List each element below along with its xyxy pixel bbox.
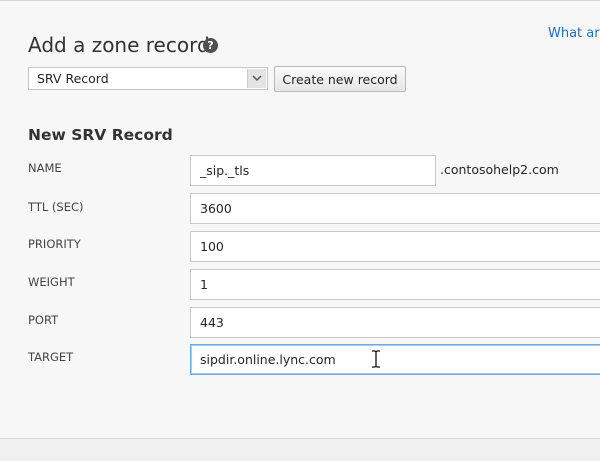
ttl-label: TTL (SEC) bbox=[28, 200, 84, 214]
question-circle-icon[interactable]: ? bbox=[203, 38, 218, 53]
name-label: NAME bbox=[28, 161, 62, 175]
name-field[interactable] bbox=[190, 155, 436, 186]
domain-suffix: .contosohelp2.com bbox=[440, 162, 559, 177]
weight-label: WEIGHT bbox=[28, 275, 75, 289]
port-label: PORT bbox=[28, 313, 59, 327]
create-new-record-button[interactable]: Create new record bbox=[274, 66, 406, 92]
top-border bbox=[0, 0, 600, 1]
page-title: Add a zone record bbox=[28, 33, 210, 57]
form-section-title: New SRV Record bbox=[28, 126, 173, 144]
priority-label: PRIORITY bbox=[28, 237, 81, 251]
record-type-selected-value: SRV Record bbox=[37, 71, 109, 86]
priority-field[interactable] bbox=[190, 231, 600, 262]
weight-field[interactable] bbox=[190, 269, 600, 300]
target-label: TARGET bbox=[28, 350, 74, 364]
chevron-down-icon[interactable] bbox=[247, 69, 266, 88]
footer-bar bbox=[0, 438, 600, 461]
i-beam-cursor-icon bbox=[372, 350, 380, 368]
port-field[interactable] bbox=[190, 307, 600, 338]
what-are-help-link[interactable]: What are bbox=[548, 26, 600, 41]
target-field[interactable] bbox=[190, 344, 600, 375]
ttl-field[interactable] bbox=[190, 193, 600, 224]
record-type-select[interactable]: SRV Record bbox=[28, 67, 268, 90]
